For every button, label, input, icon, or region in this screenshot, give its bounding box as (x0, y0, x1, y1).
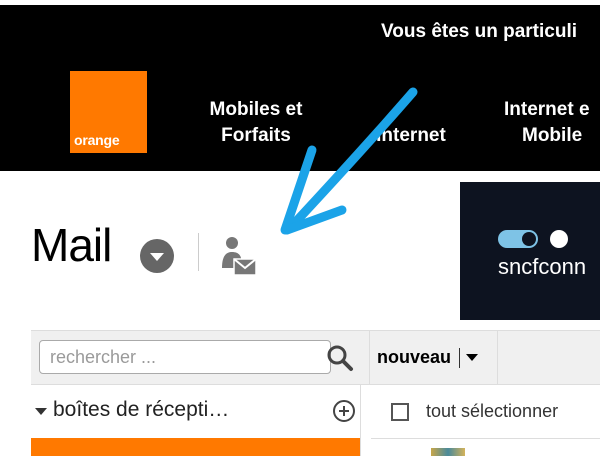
search-icon[interactable] (326, 344, 354, 372)
nav-mobiles-line1: Mobiles et (209, 99, 303, 120)
chevron-down-icon[interactable] (140, 239, 174, 273)
orange-logo[interactable]: orange (70, 71, 147, 153)
sncf-logo-toggle-icon (498, 230, 538, 248)
select-all-row: tout sélectionner (371, 384, 600, 439)
ad-text: sncfconn (498, 254, 587, 279)
toggle-knob (522, 232, 536, 246)
toolbar-divider (369, 331, 370, 384)
message-thumbnail[interactable] (431, 448, 465, 456)
site-header: Vous êtes un particuli orange Mobiles et… (0, 5, 600, 171)
toolbar-divider-2 (497, 331, 498, 384)
select-all-label: tout sélectionner (426, 401, 559, 421)
sncf-ad-banner[interactable]: sncfconn (460, 182, 600, 320)
caret-down-icon[interactable] (35, 408, 47, 415)
search-input[interactable] (39, 340, 331, 374)
customer-type-banner[interactable]: Vous êtes un particuli (381, 21, 577, 43)
nav-mobiles-forfaits[interactable]: Mobiles et Forfaits (196, 97, 316, 149)
caret-down-icon[interactable] (466, 354, 479, 361)
page-title: Mail (31, 219, 112, 271)
select-all-checkbox[interactable] (391, 403, 409, 421)
column-divider (360, 384, 361, 456)
mail-toolbar: nouveau (31, 330, 600, 385)
new-mail-label: nouveau (377, 347, 452, 367)
nav-internet-mobile-line2: Mobile (522, 125, 583, 146)
nav-mobiles-line2: Forfaits (221, 125, 291, 146)
nav-internet[interactable]: Internet (366, 123, 456, 149)
contact-mail-icon[interactable] (218, 234, 260, 278)
orange-logo-text: orange (74, 132, 120, 148)
split-divider (459, 347, 461, 368)
new-mail-button[interactable]: nouveau (377, 331, 479, 384)
sncf-logo-dot-icon (550, 230, 568, 248)
add-mailbox-icon[interactable] (333, 400, 355, 422)
nav-internet-mobile-line1: Internet e (504, 99, 590, 120)
nav-internet-mobile[interactable]: Internet e Mobile (496, 97, 600, 149)
mailboxes-header[interactable]: boîtes de récepti… (31, 384, 360, 438)
divider (198, 233, 199, 271)
active-mailbox-item[interactable] (31, 438, 360, 456)
mailboxes-label: boîtes de récepti… (53, 398, 230, 421)
